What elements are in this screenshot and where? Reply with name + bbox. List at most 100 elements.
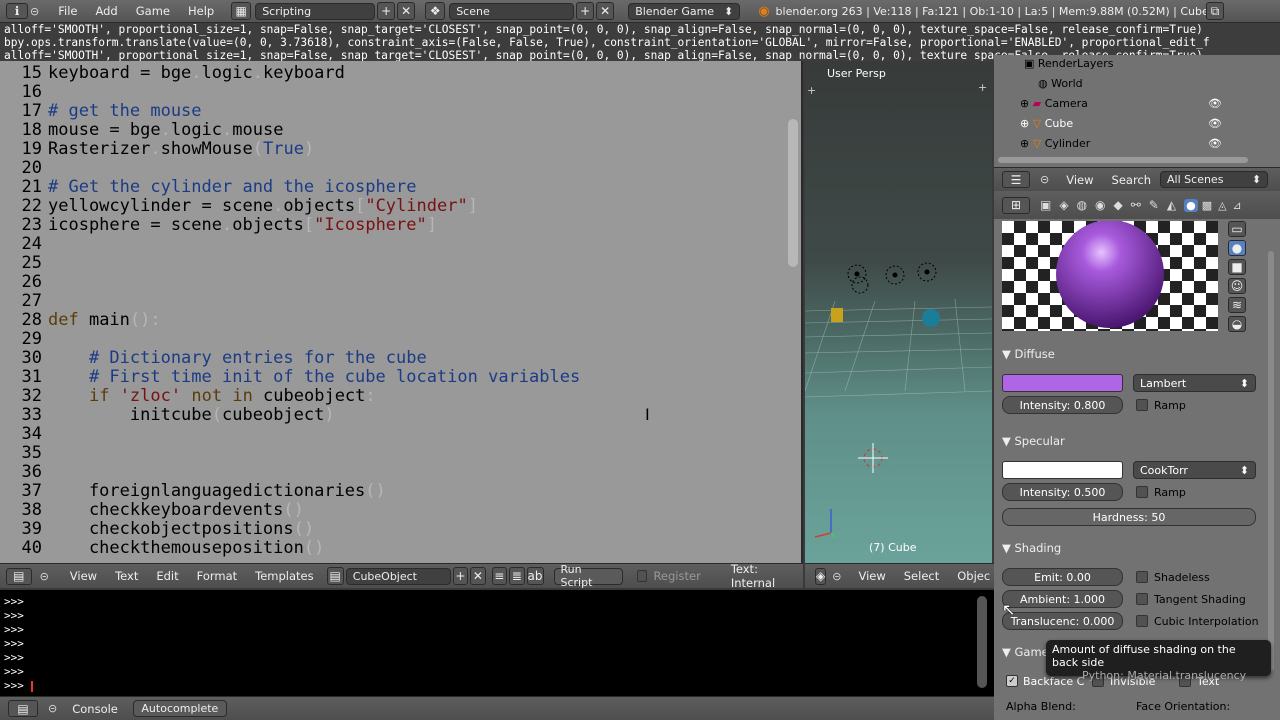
outliner-item[interactable]: ▣ RenderLayers — [1024, 57, 1113, 70]
cube-icon[interactable]: ■ — [1228, 259, 1246, 275]
specular-panel-title[interactable]: ▼ Specular — [1002, 434, 1065, 448]
editor-type-icon[interactable]: ▤ — [6, 567, 32, 585]
translucency-slider[interactable]: Translucenc: 0.000 — [1002, 612, 1123, 630]
sky-icon[interactable]: ◒ — [1228, 316, 1246, 332]
menu-help[interactable]: Help — [179, 4, 223, 18]
close-layout-icon[interactable]: ✕ — [397, 2, 416, 20]
game-panel-title[interactable]: ▼ Game — [1002, 645, 1049, 659]
outliner-scrollbar[interactable] — [998, 157, 1248, 163]
ambient-slider[interactable]: Ambient: 1.000 — [1002, 590, 1123, 608]
render-engine-select[interactable]: Blender Game ⬍ — [628, 2, 741, 20]
context-tab-icons[interactable]: ▩◬⊿ — [1202, 199, 1248, 212]
collapse-icon[interactable]: ⊝ — [832, 570, 841, 583]
menu-file[interactable]: File — [49, 4, 86, 18]
diffuse-intensity-slider[interactable]: Intensity: 0.800 — [1002, 396, 1123, 414]
unlink-text-icon[interactable]: ✕ — [470, 567, 486, 585]
text-editor[interactable]: 15 keyboard = bge.logic.keyboard 16 17 # get… — [0, 61, 803, 563]
text-datablock-icon[interactable]: ▤ — [326, 567, 344, 585]
screen-layout-field[interactable]: Scripting — [255, 2, 376, 20]
menu-game[interactable]: Game — [127, 4, 179, 18]
expand-icon[interactable]: ⊕ — [1020, 137, 1033, 150]
text-name-field[interactable]: CubeObject — [345, 567, 451, 585]
menu-edit[interactable]: Edit — [147, 569, 187, 583]
register-checkbox[interactable] — [637, 570, 648, 582]
expand-icon[interactable]: ⊕ — [1020, 117, 1033, 130]
hair-icon[interactable]: ≋ — [1228, 297, 1246, 313]
cylinder-object[interactable] — [831, 308, 843, 322]
collapse-icon[interactable]: ⊝ — [48, 702, 57, 715]
outliner-item[interactable]: ⊕ ▽ Cube — [1020, 117, 1073, 130]
expand-icon[interactable]: ⊕ — [1020, 97, 1033, 110]
outliner-item[interactable]: ⊕ ▰ Camera — [1020, 97, 1088, 110]
material-tab-icon[interactable]: ● — [1184, 198, 1198, 212]
menu-format[interactable]: Format — [188, 569, 247, 583]
console-line[interactable]: >>> — [4, 679, 994, 693]
screen-layout-icon[interactable]: ▦ — [231, 2, 252, 20]
specular-ramp-checkbox[interactable] — [1136, 486, 1148, 498]
diffuse-shader-select[interactable]: Lambert ⬍ — [1133, 374, 1256, 392]
python-console[interactable]: >>> >>> >>> >>> >>> >>> >>> — [0, 590, 994, 696]
eye-icon[interactable]: 👁 — [1208, 137, 1222, 150]
emit-slider[interactable]: Emit: 0.00 — [1002, 568, 1123, 586]
menu-console[interactable]: Console — [63, 702, 127, 716]
mesh-icon: ▽ — [1032, 137, 1045, 150]
menu-object[interactable]: Objec — [948, 569, 994, 583]
icosphere-object[interactable] — [922, 309, 940, 327]
collapse-icon[interactable]: ⊝ — [1040, 173, 1049, 186]
line-numbers-icon[interactable]: ≡ — [491, 567, 508, 585]
word-wrap-icon[interactable]: ≣ — [509, 567, 525, 585]
eye-icon[interactable]: 👁 — [1208, 97, 1222, 110]
diffuse-ramp-checkbox[interactable] — [1136, 399, 1148, 411]
syntax-highlight-icon[interactable]: ab — [526, 567, 544, 585]
outliner[interactable]: ▣ RenderLayers ◍ World ⊕ ▰ Camera ⊕ ▽ Cu… — [994, 55, 1280, 167]
editor-type-icon[interactable]: ☰ — [1002, 171, 1030, 188]
shading-panel-title[interactable]: ▼ Shading — [1002, 541, 1061, 555]
monkey-icon[interactable]: ☺ — [1228, 278, 1246, 294]
properties-scrollbar[interactable] — [1268, 251, 1274, 671]
add-scene-icon[interactable]: + — [576, 2, 595, 20]
menu-view[interactable]: View — [61, 569, 106, 583]
hardness-slider[interactable]: Hardness: 50 — [1002, 508, 1256, 526]
diffuse-color-swatch[interactable] — [1002, 374, 1123, 392]
scene-icon[interactable]: ❖ — [425, 2, 446, 20]
outliner-item[interactable]: ⊕ ▽ Cylinder — [1020, 137, 1090, 150]
tangent-shading-checkbox[interactable] — [1136, 593, 1148, 605]
sphere-icon[interactable]: ● — [1228, 240, 1246, 256]
editor-type-icon[interactable]: ◈ — [815, 567, 827, 585]
menu-view[interactable]: View — [1057, 173, 1102, 187]
specular-intensity-slider[interactable]: Intensity: 0.500 — [1002, 483, 1123, 501]
menu-view[interactable]: View — [849, 569, 894, 583]
close-scene-icon[interactable]: ✕ — [596, 2, 615, 20]
display-mode-select[interactable]: All Scenes ⬍ — [1160, 171, 1269, 188]
cubic-interpolation-checkbox[interactable] — [1136, 615, 1148, 627]
console-scrollbar[interactable] — [977, 596, 987, 688]
viewport-header: ◈ ⊝ View Select Objec — [805, 563, 994, 588]
run-script-button[interactable]: Run Script — [553, 563, 624, 589]
menu-add[interactable]: Add — [86, 4, 126, 18]
eye-icon[interactable]: 👁 — [1208, 117, 1222, 130]
specular-color-swatch[interactable] — [1002, 461, 1123, 479]
collapse-icon[interactable]: ⊝ — [40, 570, 49, 583]
backface-culling-checkbox[interactable]: ✓ — [1006, 675, 1018, 687]
menu-select[interactable]: Select — [895, 569, 948, 583]
menu-search[interactable]: Search — [1103, 173, 1161, 187]
context-tab-icons[interactable]: ▣◈◍◉◆⚯✎◭ — [1040, 198, 1184, 212]
flat-icon[interactable]: ▭ — [1228, 221, 1246, 237]
3d-viewport[interactable]: User Persp + + (7) Cube — [805, 61, 992, 563]
new-text-icon[interactable]: + — [452, 567, 469, 585]
shadeless-checkbox[interactable] — [1136, 571, 1148, 583]
add-layout-icon[interactable]: + — [377, 2, 396, 20]
fullscreen-icon[interactable]: ⧉ — [1206, 2, 1224, 20]
autocomplete-button[interactable]: Autocomplete — [132, 700, 227, 717]
editor-scrollbar[interactable] — [788, 119, 798, 267]
outliner-item[interactable]: ◍ World — [1038, 77, 1083, 90]
editor-type-icon[interactable]: ℹ — [6, 3, 28, 19]
diffuse-panel-title[interactable]: ▼ Diffuse — [1002, 347, 1055, 361]
editor-type-icon[interactable]: ⊞ — [1002, 196, 1030, 214]
editor-type-icon[interactable]: ▤ — [8, 700, 38, 717]
menu-text[interactable]: Text — [106, 569, 147, 583]
scene-field[interactable]: Scene — [449, 2, 575, 20]
specular-shader-select[interactable]: CookTorr ⬍ — [1133, 461, 1256, 479]
code-text: Rasterizer.showMouse(True) — [48, 139, 315, 159]
menu-templates[interactable]: Templates — [246, 569, 322, 583]
